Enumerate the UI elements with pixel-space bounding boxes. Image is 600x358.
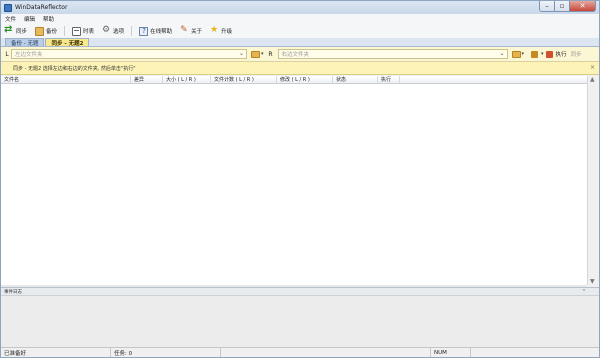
maximize-button[interactable]: ▫ bbox=[555, 1, 570, 12]
sync-button-label: 同步 bbox=[16, 29, 28, 35]
column-header-filename[interactable]: 文件名 bbox=[1, 76, 131, 83]
scroll-down-icon[interactable]: ▼ bbox=[590, 278, 595, 285]
tab-backup[interactable]: 备份 - 无题 bbox=[5, 38, 45, 47]
chevron-down-icon[interactable]: ⌄ bbox=[239, 50, 244, 57]
menu-file[interactable]: 文件 bbox=[1, 15, 20, 23]
menu-bar: 文件 编辑 帮助 bbox=[1, 14, 599, 24]
app-window: WinDataReflector – ▫ ✕ 文件 编辑 帮助 同步 备份 时表… bbox=[0, 0, 600, 358]
file-grid[interactable] bbox=[1, 84, 587, 285]
tab-sync[interactable]: 同步 - 无题2 bbox=[45, 38, 90, 47]
close-icon[interactable]: × bbox=[590, 64, 595, 71]
scroll-up-icon[interactable]: ▲ bbox=[590, 76, 595, 83]
status-filler bbox=[471, 348, 597, 357]
left-folder-placeholder: 左边文件夹 bbox=[15, 52, 43, 58]
right-browse-folder-icon[interactable] bbox=[511, 50, 521, 58]
minimize-button[interactable]: – bbox=[539, 1, 555, 12]
status-tasks: 任务: 0 bbox=[111, 348, 221, 357]
sync-disabled-button[interactable]: 同步 bbox=[571, 50, 582, 58]
close-button[interactable]: ✕ bbox=[570, 1, 596, 12]
backup-button[interactable]: 备份 bbox=[35, 25, 57, 37]
column-header-file-count[interactable]: 文件计数 ( L / R ) bbox=[211, 76, 277, 83]
chevron-down-icon[interactable]: ▾ bbox=[261, 51, 264, 57]
status-ready: 已准备好 bbox=[1, 348, 111, 357]
sync-button[interactable]: 同步 bbox=[4, 24, 28, 37]
column-header-difference[interactable]: 差异 bbox=[131, 76, 163, 83]
online-help-button[interactable]: 在线帮助 bbox=[139, 25, 172, 37]
timer-button[interactable]: 时表 bbox=[72, 25, 94, 37]
window-title: WinDataReflector bbox=[15, 4, 68, 11]
star-icon bbox=[210, 25, 219, 36]
column-header-execute[interactable]: 执行 bbox=[378, 76, 400, 83]
left-browse-folder-icon[interactable] bbox=[251, 50, 260, 58]
left-side-label: L bbox=[5, 50, 9, 58]
log-panel-header: 事件日志 ᴴ bbox=[1, 287, 599, 295]
right-side-label: R bbox=[268, 50, 273, 58]
app-icon bbox=[4, 3, 12, 12]
file-grid-header: 文件名 差异 大小 ( L / R ) 文件计数 ( L / R ) 修改 ( … bbox=[1, 76, 587, 84]
upgrade-button[interactable]: 升级 bbox=[210, 25, 232, 37]
window-controls: – ▫ ✕ bbox=[539, 1, 596, 12]
toolbar: 同步 备份 时表 选项 在线帮助 关于 升级 bbox=[1, 24, 599, 38]
document-tabs: 备份 - 无题 同步 - 无题2 bbox=[1, 38, 599, 47]
vertical-scrollbar[interactable]: ▲ ▼ bbox=[587, 76, 598, 285]
filter-icon[interactable] bbox=[531, 50, 539, 58]
title-bar: WinDataReflector – ▫ ✕ bbox=[1, 1, 599, 14]
minimize-icon: – bbox=[545, 2, 549, 10]
menu-help[interactable]: 帮助 bbox=[39, 15, 58, 23]
gear-icon bbox=[102, 25, 111, 36]
menu-edit[interactable]: 编辑 bbox=[20, 15, 39, 23]
about-icon bbox=[180, 25, 189, 36]
toolbar-separator bbox=[64, 26, 66, 36]
log-panel-title: 事件日志 bbox=[4, 289, 22, 295]
chevron-down-icon[interactable]: ▾ bbox=[541, 51, 544, 57]
log-panel bbox=[1, 295, 599, 347]
folder-bar: L 左边文件夹 ⌄ ▾ R 右边文件夹 ⌄ ▾ ▾ 执行 同步 bbox=[1, 47, 599, 62]
options-button[interactable]: 选项 bbox=[102, 25, 124, 37]
info-message-bar: 同步 - 无题2 选择左边和右边的文件夹, 然后单击"执行" × bbox=[1, 62, 599, 75]
status-bar: 已准备好 任务: 0 NUM bbox=[1, 347, 599, 357]
status-empty bbox=[221, 348, 431, 357]
column-header-modified[interactable]: 修改 ( L / R ) bbox=[277, 76, 333, 83]
backup-icon bbox=[35, 26, 45, 36]
status-numlock: NUM bbox=[431, 348, 471, 357]
online-help-button-label: 在线帮助 bbox=[150, 29, 173, 35]
options-button-label: 选项 bbox=[113, 29, 125, 35]
timer-icon bbox=[72, 26, 82, 36]
about-button-label: 关于 bbox=[191, 29, 203, 35]
info-message-text: 同步 - 无题2 选择左边和右边的文件夹, 然后单击"执行" bbox=[13, 65, 136, 72]
execute-icon bbox=[545, 50, 553, 58]
chevron-down-icon[interactable]: ⌄ bbox=[499, 50, 504, 57]
column-header-status[interactable]: 状态 bbox=[333, 76, 378, 83]
right-folder-placeholder: 右边文件夹 bbox=[281, 52, 310, 58]
sync-arrows-icon bbox=[4, 24, 14, 36]
toolbar-separator bbox=[131, 26, 133, 36]
maximize-icon: ▫ bbox=[559, 2, 565, 10]
left-folder-input[interactable]: 左边文件夹 ⌄ bbox=[11, 49, 247, 59]
backup-button-label: 备份 bbox=[46, 29, 58, 35]
close-icon: ✕ bbox=[579, 2, 586, 10]
help-icon bbox=[139, 26, 149, 36]
pin-icon[interactable]: ᴴ bbox=[583, 289, 585, 295]
folder-bar-tools: ▾ 执行 同步 bbox=[529, 50, 582, 58]
chevron-down-icon[interactable]: ▾ bbox=[522, 51, 525, 57]
right-folder-input[interactable]: 右边文件夹 ⌄ bbox=[277, 49, 508, 59]
execute-button[interactable]: 执行 bbox=[556, 50, 567, 58]
timer-button-label: 时表 bbox=[83, 29, 95, 35]
column-header-size[interactable]: 大小 ( L / R ) bbox=[163, 76, 211, 83]
upgrade-button-label: 升级 bbox=[221, 29, 233, 35]
about-button[interactable]: 关于 bbox=[180, 25, 202, 37]
